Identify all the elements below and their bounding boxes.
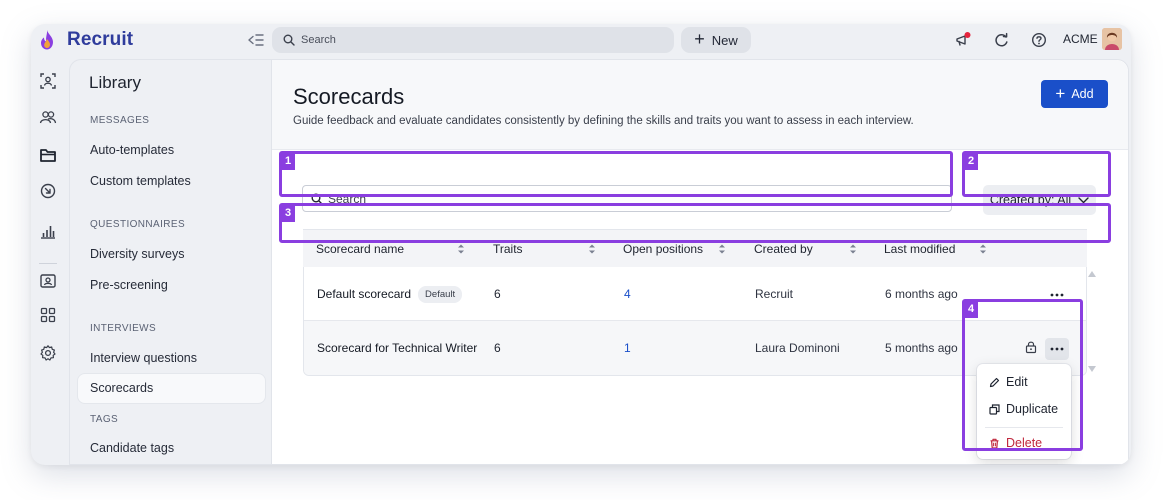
settings-icon[interactable]	[39, 344, 57, 362]
main-content: Scorecards Guide feedback and evaluate c…	[271, 59, 1129, 465]
logo-icon	[41, 30, 53, 50]
created-by-cell: Recruit	[755, 287, 794, 301]
last-modified-cell: 5 months ago	[885, 341, 958, 355]
menu-item-label: Delete	[1006, 436, 1043, 450]
created-by-filter[interactable]: Created by: All	[983, 185, 1096, 215]
scorecard-name: Default scorecard	[317, 287, 412, 301]
apps-icon[interactable]	[39, 306, 57, 324]
search-icon	[311, 193, 323, 205]
column-header-name[interactable]: Scorecard name	[316, 230, 404, 268]
scorecard-name: Scorecard for Technical Writer	[317, 341, 478, 355]
sidebar-item-candidate-tags[interactable]: Candidate tags	[90, 441, 174, 455]
default-badge: Default	[418, 285, 463, 303]
sidebar-item-pre-screening[interactable]: Pre-screening	[90, 278, 168, 292]
add-scorecard-button[interactable]: + Add	[1041, 80, 1108, 108]
menu-item-edit[interactable]: Edit	[989, 372, 1028, 392]
column-header-last-modified[interactable]: Last modified	[884, 230, 955, 268]
rail-divider	[39, 263, 57, 264]
sidebar-item-custom-templates[interactable]: Custom templates	[90, 174, 191, 188]
global-search-input[interactable]	[301, 34, 641, 46]
refresh-icon[interactable]	[993, 31, 1011, 49]
annotation-number-1: 1	[281, 153, 295, 170]
traits-cell: 6	[494, 287, 501, 301]
menu-item-duplicate[interactable]: Duplicate	[989, 399, 1058, 419]
column-header-traits[interactable]: Traits	[493, 230, 523, 268]
scorecard-search[interactable]	[302, 185, 952, 212]
table-scrollbar[interactable]	[1086, 267, 1098, 376]
scorecard-name-cell: Default scorecard Default	[317, 267, 463, 321]
sidebar-item-interview-questions[interactable]: Interview questions	[90, 351, 197, 365]
section-heading-tags: TAGS	[90, 414, 119, 425]
menu-divider	[985, 427, 1063, 428]
search-icon	[283, 34, 295, 46]
collapse-sidebar-icon[interactable]	[247, 32, 265, 48]
table-body: Default scorecard Default 6 4 Recruit 6 …	[303, 267, 1087, 376]
add-button-label: Add	[1071, 87, 1094, 101]
library-sidebar: Library MESSAGES Auto-templates Custom t…	[69, 59, 271, 465]
row-actions-menu: Edit Duplicate Delete	[977, 364, 1071, 459]
avatar[interactable]	[1102, 28, 1122, 50]
lock-icon	[1025, 341, 1037, 354]
row-actions-button[interactable]	[1045, 284, 1069, 306]
reports-icon[interactable]	[39, 222, 57, 240]
more-icon	[1050, 347, 1064, 351]
scorecard-search-input[interactable]	[328, 191, 928, 206]
created-by-cell: Laura Dominoni	[755, 341, 840, 355]
workspace-name[interactable]: ACME	[1063, 32, 1098, 46]
page-header: Scorecards Guide feedback and evaluate c…	[272, 60, 1128, 150]
trash-icon	[990, 438, 999, 449]
help-icon[interactable]	[1030, 31, 1048, 49]
announcements-icon[interactable]	[954, 31, 972, 49]
annotation-number-4: 4	[964, 301, 978, 318]
app-window: Recruit + New ACME	[31, 24, 1131, 465]
chevron-down-icon	[1078, 196, 1089, 203]
sidebar-item-auto-templates[interactable]: Auto-templates	[90, 143, 174, 157]
column-header-created-by[interactable]: Created by	[754, 230, 813, 268]
library-title: Library	[89, 73, 141, 92]
menu-item-label: Duplicate	[1006, 402, 1059, 416]
menu-item-delete[interactable]: Delete	[989, 433, 1042, 453]
section-heading-questionnaires: QUESTIONNAIRES	[90, 219, 186, 230]
table-row[interactable]: Scorecard for Technical Writer 6 1 Laura…	[304, 321, 1086, 375]
sidebar-item-scorecards[interactable]: Scorecards	[78, 374, 265, 403]
candidates-icon[interactable]	[39, 108, 57, 126]
row-actions-button[interactable]	[1045, 338, 1069, 360]
new-button[interactable]: + New	[681, 27, 751, 53]
filter-label: Created by: All	[989, 193, 1072, 207]
brand-name: Recruit	[67, 29, 134, 50]
menu-item-label: Edit	[1006, 375, 1028, 389]
new-button-label: New	[711, 32, 738, 48]
library-icon[interactable]	[39, 146, 57, 164]
column-header-open-positions[interactable]: Open positions	[623, 230, 703, 268]
open-positions-link[interactable]: 4	[624, 267, 631, 321]
annotation-number-3: 3	[281, 205, 295, 222]
page-title: Scorecards	[293, 84, 405, 109]
sort-icon[interactable]	[849, 243, 857, 255]
sort-icon[interactable]	[718, 243, 726, 255]
section-heading-interviews: INTERVIEWS	[90, 323, 157, 334]
plus-icon: +	[1055, 83, 1066, 103]
page-subtitle: Guide feedback and evaluate candidates c…	[293, 115, 914, 127]
candidate-search-icon[interactable]	[39, 72, 57, 90]
last-modified-cell: 6 months ago	[885, 287, 958, 301]
traits-cell: 6	[494, 341, 501, 355]
inbox-icon[interactable]	[39, 182, 57, 200]
sort-icon[interactable]	[588, 243, 596, 255]
table-header: Scorecard name Traits Open positions Cre…	[303, 229, 1087, 267]
section-heading-messages: MESSAGES	[90, 115, 150, 126]
open-positions-link[interactable]: 1	[624, 321, 631, 375]
duplicate-icon	[989, 403, 1000, 415]
annotation-number-2: 2	[964, 153, 978, 170]
careers-page-icon[interactable]	[39, 272, 57, 290]
sort-icon[interactable]	[979, 243, 987, 255]
global-search[interactable]	[272, 27, 674, 53]
sort-icon[interactable]	[457, 243, 465, 255]
more-icon	[1050, 293, 1064, 297]
pencil-icon	[989, 377, 1000, 387]
sidebar-item-diversity-surveys[interactable]: Diversity surveys	[90, 247, 184, 261]
plus-icon: +	[694, 29, 705, 49]
